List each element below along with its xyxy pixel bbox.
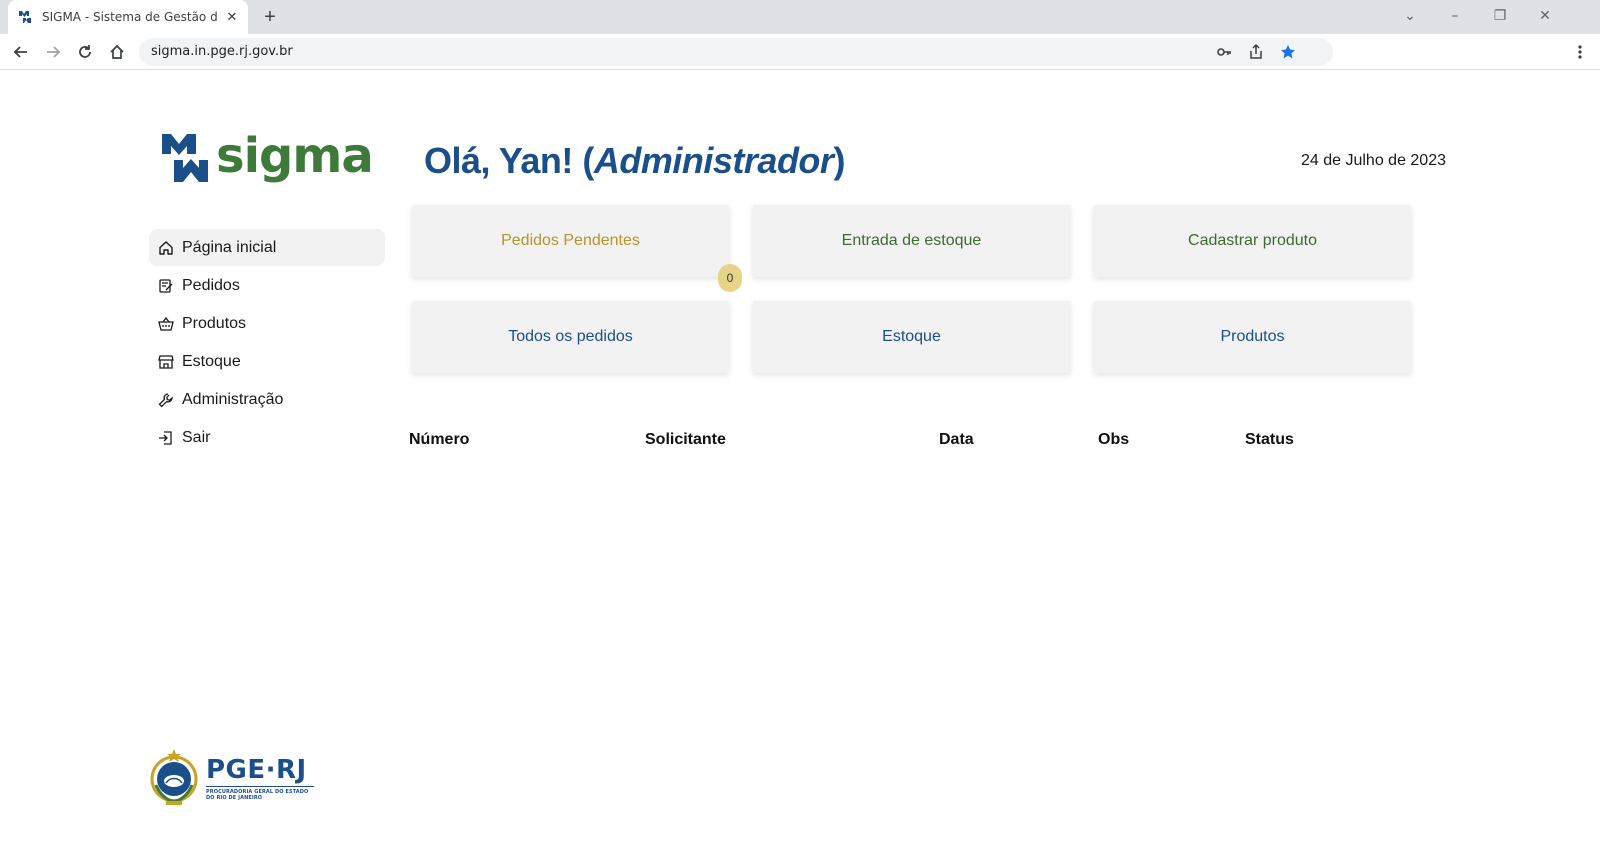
coat-of-arms-icon xyxy=(148,745,200,814)
page-title: Olá, Yan! (Administrador) xyxy=(424,140,845,182)
sidebar-item-administracao[interactable]: Administração xyxy=(149,381,385,418)
pge-text-block: PGE·RJ PROCURADORIA GERAL DO ESTADO DO R… xyxy=(206,757,314,802)
column-header-status[interactable]: Status xyxy=(1245,431,1294,449)
tab-title: SIGMA - Sistema de Gestão de M xyxy=(42,10,218,24)
share-icon[interactable] xyxy=(1247,43,1265,61)
close-icon[interactable]: ✕ xyxy=(224,9,240,25)
sidebar-item-label: Página inicial xyxy=(182,238,277,256)
browser-tab-bar: SIGMA - Sistema de Gestão de M ✕ + ⌄ – ❐… xyxy=(0,0,1600,34)
card-cadastrar-produto[interactable]: Cadastrar produto xyxy=(1094,205,1411,277)
sidebar-item-label: Pedidos xyxy=(182,276,240,294)
greeting-suffix: ) xyxy=(833,140,845,181)
pge-rj-logo: PGE·RJ PROCURADORIA GERAL DO ESTADO DO R… xyxy=(148,747,318,811)
edit-note-icon xyxy=(158,278,174,294)
greeting-prefix: Olá, Yan! ( xyxy=(424,140,594,181)
card-todos-pedidos[interactable]: Todos os pedidos xyxy=(412,301,729,373)
card-produtos[interactable]: Produtos xyxy=(1094,301,1411,373)
org-title: PGE·RJ xyxy=(206,754,307,785)
basket-icon xyxy=(158,316,174,332)
sidebar-item-pedidos[interactable]: Pedidos xyxy=(149,267,385,304)
sidebar-item-pagina-inicial[interactable]: Página inicial xyxy=(149,229,385,266)
window-close-icon[interactable]: ✕ xyxy=(1533,4,1557,28)
reload-icon[interactable] xyxy=(73,40,97,64)
org-subtitle-2: DO RIO DE JANEIRO xyxy=(206,795,263,801)
sidebar-item-label: Administração xyxy=(182,390,284,408)
card-label: Todos os pedidos xyxy=(508,328,633,345)
card-label: Estoque xyxy=(882,328,941,345)
sigma-favicon-icon xyxy=(18,9,34,25)
greeting-role: Administrador xyxy=(593,140,834,181)
logout-icon xyxy=(158,430,174,446)
bookmark-star-icon[interactable] xyxy=(1279,43,1297,61)
logo-text: sigma xyxy=(216,128,374,184)
divider xyxy=(206,785,314,787)
column-header-data[interactable]: Data xyxy=(939,431,974,449)
sigma-mark-icon xyxy=(160,132,210,189)
forward-icon[interactable] xyxy=(41,40,65,64)
url-text: sigma.in.pge.rj.gov.br xyxy=(151,44,293,59)
card-estoque[interactable]: Estoque xyxy=(753,301,1070,373)
orders-table-header: Número Solicitante Data Obs Status xyxy=(409,431,1309,453)
column-header-numero[interactable]: Número xyxy=(409,431,469,449)
browser-toolbar: sigma.in.pge.rj.gov.br xyxy=(0,34,1600,70)
card-label: Entrada de estoque xyxy=(841,232,982,249)
tab-search-icon[interactable]: ⌄ xyxy=(1398,4,1422,28)
column-header-obs[interactable]: Obs xyxy=(1098,431,1129,449)
sidebar-item-sair[interactable]: Sair xyxy=(149,419,385,456)
sigma-logo[interactable]: sigma xyxy=(160,132,375,188)
restore-icon[interactable]: ❐ xyxy=(1488,4,1512,28)
browser-menu-icon[interactable] xyxy=(1568,40,1592,64)
sidebar-item-label: Produtos xyxy=(182,314,247,332)
home-browser-icon[interactable] xyxy=(105,40,129,64)
new-tab-icon[interactable]: + xyxy=(258,5,282,29)
sidebar: Página inicial Pedidos Produtos Estoque … xyxy=(149,229,385,457)
key-icon[interactable] xyxy=(1215,43,1233,61)
column-header-solicitante[interactable]: Solicitante xyxy=(645,431,726,449)
current-date: 24 de Julho de 2023 xyxy=(1300,152,1446,169)
card-pedidos-pendentes[interactable]: Pedidos Pendentes xyxy=(412,205,729,277)
sidebar-item-label: Sair xyxy=(182,428,211,446)
sidebar-item-produtos[interactable]: Produtos xyxy=(149,305,385,342)
store-icon xyxy=(158,354,174,370)
card-entrada-estoque[interactable]: Entrada de estoque xyxy=(753,205,1070,277)
sidebar-item-label: Estoque xyxy=(182,352,241,370)
wrench-icon xyxy=(158,392,174,408)
sidebar-item-estoque[interactable]: Estoque xyxy=(149,343,385,380)
browser-tab[interactable]: SIGMA - Sistema de Gestão de M ✕ xyxy=(8,0,248,34)
home-icon xyxy=(158,240,174,256)
card-label: Pedidos Pendentes xyxy=(501,232,640,249)
card-label: Produtos xyxy=(1220,328,1285,345)
back-icon[interactable] xyxy=(9,40,33,64)
address-bar[interactable]: sigma.in.pge.rj.gov.br xyxy=(139,38,1333,66)
card-label: Cadastrar produto xyxy=(1188,232,1317,249)
pending-count-badge: 0 xyxy=(718,264,742,292)
minimize-icon[interactable]: – xyxy=(1443,4,1467,28)
